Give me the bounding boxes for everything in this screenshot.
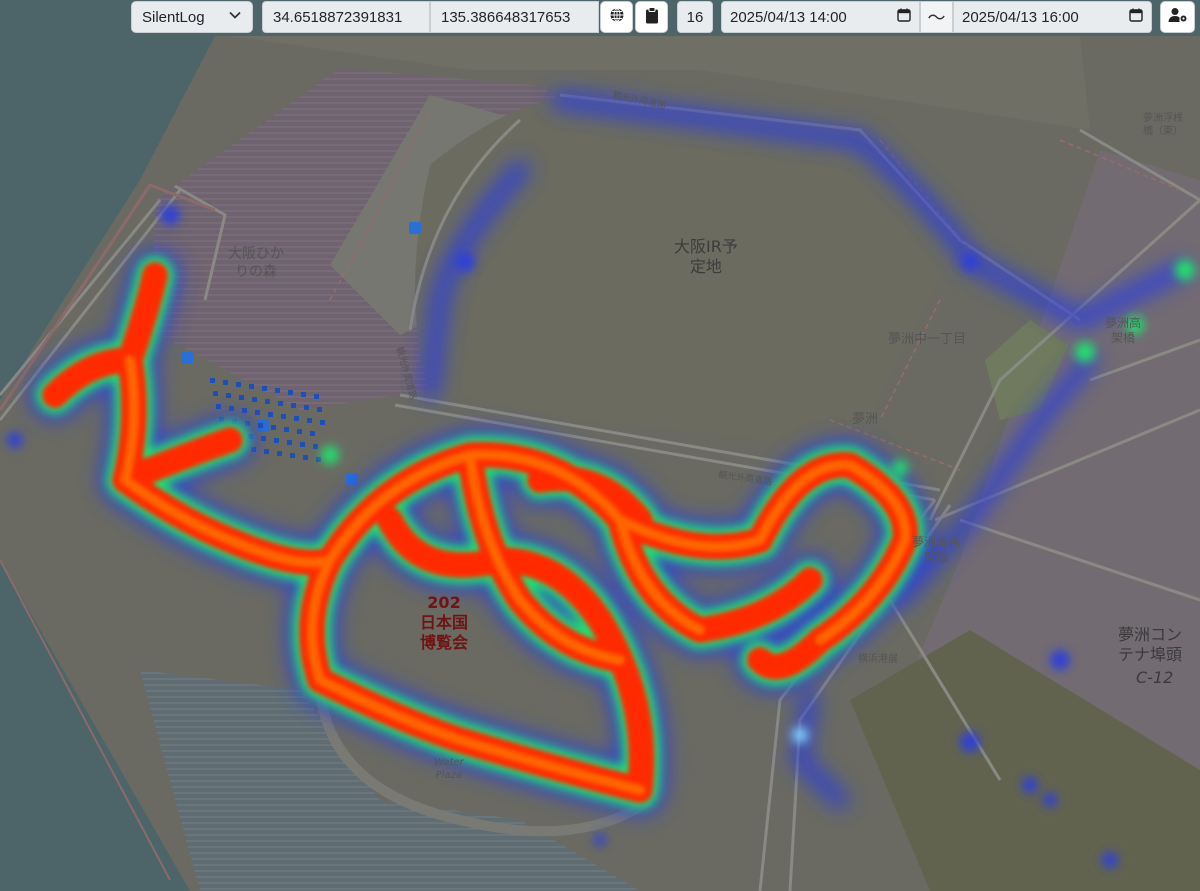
source-select-value: SilentLog [142,8,205,26]
parking-spot-marker [216,404,221,409]
range-separator-text: 〜 [927,8,946,28]
parking-spot-marker [281,414,286,419]
parking-spot-marker [314,394,319,399]
label-east-bridge: 夢洲浮桟 橋（東） [1143,113,1183,137]
label-south-bridge: 夢洲南高 架橋 [912,535,961,564]
latitude-field[interactable]: 34.6518872391831 [262,1,430,33]
parking-spot-marker [275,388,280,393]
label-north-bridge: 夢洲高 架橋 [1105,316,1142,345]
latitude-value: 34.6518872391831 [273,8,403,26]
zoom-level-field[interactable]: 16 [677,1,713,33]
clipboard-icon [645,6,659,28]
parking-spot-marker [268,412,273,417]
parking-spot-marker [291,403,296,408]
parking-spot-marker [287,440,292,445]
parking-spot-marker [301,392,306,397]
source-select[interactable]: SilentLog [131,1,253,33]
user-settings-button[interactable] [1160,1,1195,33]
parking-spot-marker [277,451,282,456]
user-gear-icon [1168,7,1188,27]
parking-spot-marker [290,453,295,458]
start-datetime-input[interactable]: 2025/04/13 14:00 [721,1,920,33]
zoom-level-value: 16 [686,8,704,26]
parking-spot-marker [242,408,247,413]
parking-spot-marker [226,393,231,398]
map-view[interactable] [0,0,1200,891]
toolbar: SilentLog 34.6518872391831 135.386648317… [0,0,1200,36]
bus-stop-icon [409,222,421,234]
globe-icon [609,7,625,27]
label-ir-site: 大阪IR予 定地 [674,237,738,276]
end-datetime-value: 2025/04/13 16:00 [962,8,1079,26]
parking-spot-marker [223,380,228,385]
parking-spot-marker [288,390,293,395]
parking-spot-marker [229,406,234,411]
parking-spot-marker [316,457,321,462]
parking-spot-marker [262,386,267,391]
parking-spot-marker [297,429,302,434]
start-datetime-value: 2025/04/13 14:00 [730,8,847,26]
parking-spot-marker [264,449,269,454]
parking-spot-marker [239,395,244,400]
label-yumeshima-chome: 夢洲中一丁目 [888,332,967,347]
chevron-down-icon [228,8,242,26]
parking-spot-marker [249,384,254,389]
parking-spot-marker [274,438,279,443]
parking-spot-marker [213,391,218,396]
parking-spot-marker [278,401,283,406]
parking-spot-marker [284,427,289,432]
label-expo: 202 日本国 博覧会 [420,593,469,652]
parking-spot-marker [304,405,309,410]
range-separator: 〜 [920,1,953,33]
parking-spot-marker [252,397,257,402]
parking-spot-marker [265,399,270,404]
parking-spot-marker [258,423,263,428]
parking-spot-marker [271,425,276,430]
parking-spot-marker [320,420,325,425]
bus-stop-icon [181,352,193,364]
end-datetime-input[interactable]: 2025/04/13 16:00 [953,1,1152,33]
parking-spot-marker [307,418,312,423]
globe-button[interactable] [600,1,633,33]
parking-spot-marker [317,407,322,412]
label-container-terminal: 夢洲コン テナ埠頭 [1118,625,1183,664]
label-yokohama: 横浜港展 [858,654,898,665]
parking-spot-marker [210,378,215,383]
clipboard-button[interactable] [635,1,668,33]
label-yumeshima: 夢洲 [852,412,879,427]
parking-spot-marker [313,444,318,449]
parking-spot-marker [300,442,305,447]
label-hikari-forest: 大阪ひか りの森 [228,246,284,280]
longitude-value: 135.386648317653 [441,8,571,26]
bus-stop-icon [346,473,358,485]
parking-spot-marker [303,455,308,460]
longitude-field[interactable]: 135.386648317653 [430,1,599,33]
parking-spot-marker [294,416,299,421]
parking-spot-marker [261,436,266,441]
calendar-icon[interactable] [1129,8,1143,26]
parking-spot-marker [255,410,260,415]
label-c12: C-12 [1136,668,1174,687]
parking-spot-marker [236,382,241,387]
calendar-icon[interactable] [897,8,911,26]
parking-spot-marker [310,431,315,436]
label-water-plaza: Water Plaza [434,757,464,781]
